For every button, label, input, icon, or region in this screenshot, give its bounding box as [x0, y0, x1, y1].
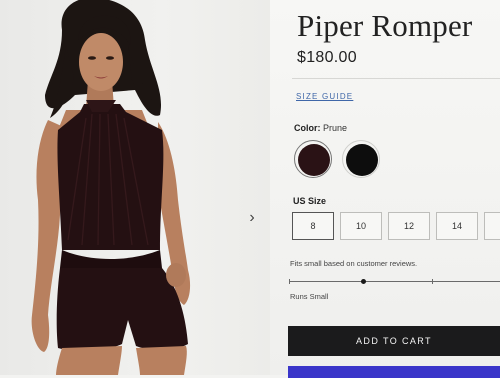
size-label: US Size — [293, 196, 327, 206]
product-title: Piper Romper — [297, 8, 473, 43]
product-price: $180.00 — [297, 49, 357, 66]
model-illustration — [31, 0, 191, 375]
fit-scale-marker — [361, 279, 366, 284]
add-to-cart-button[interactable]: ADD TO CART — [288, 326, 500, 356]
color-label-title: Color: — [294, 123, 321, 133]
fit-scale-tick — [432, 279, 433, 284]
size-option-8[interactable]: 8 — [292, 212, 334, 240]
color-label: Color: Prune — [294, 123, 347, 133]
divider — [292, 78, 500, 79]
fit-result: Runs Small — [290, 292, 329, 301]
size-option-12[interactable]: 12 — [388, 212, 430, 240]
express-pay-button[interactable] — [288, 366, 500, 378]
swatch-black[interactable] — [342, 140, 380, 178]
swatch-prune[interactable] — [294, 140, 332, 178]
product-image — [0, 0, 270, 375]
fit-scale-tick — [289, 279, 290, 284]
fit-note: Fits small based on customer reviews. — [290, 259, 418, 268]
swatch-black-fill — [346, 144, 378, 176]
size-option-14[interactable]: 14 — [436, 212, 478, 240]
size-option-next-partial[interactable] — [484, 212, 500, 240]
fit-scale-track — [289, 281, 500, 282]
swatch-prune-fill — [298, 144, 330, 176]
chevron-right-icon[interactable]: › — [244, 208, 260, 228]
color-selected-value: Prune — [323, 123, 348, 133]
size-guide-link[interactable]: SIZE GUIDE — [296, 92, 353, 101]
size-option-10[interactable]: 10 — [340, 212, 382, 240]
